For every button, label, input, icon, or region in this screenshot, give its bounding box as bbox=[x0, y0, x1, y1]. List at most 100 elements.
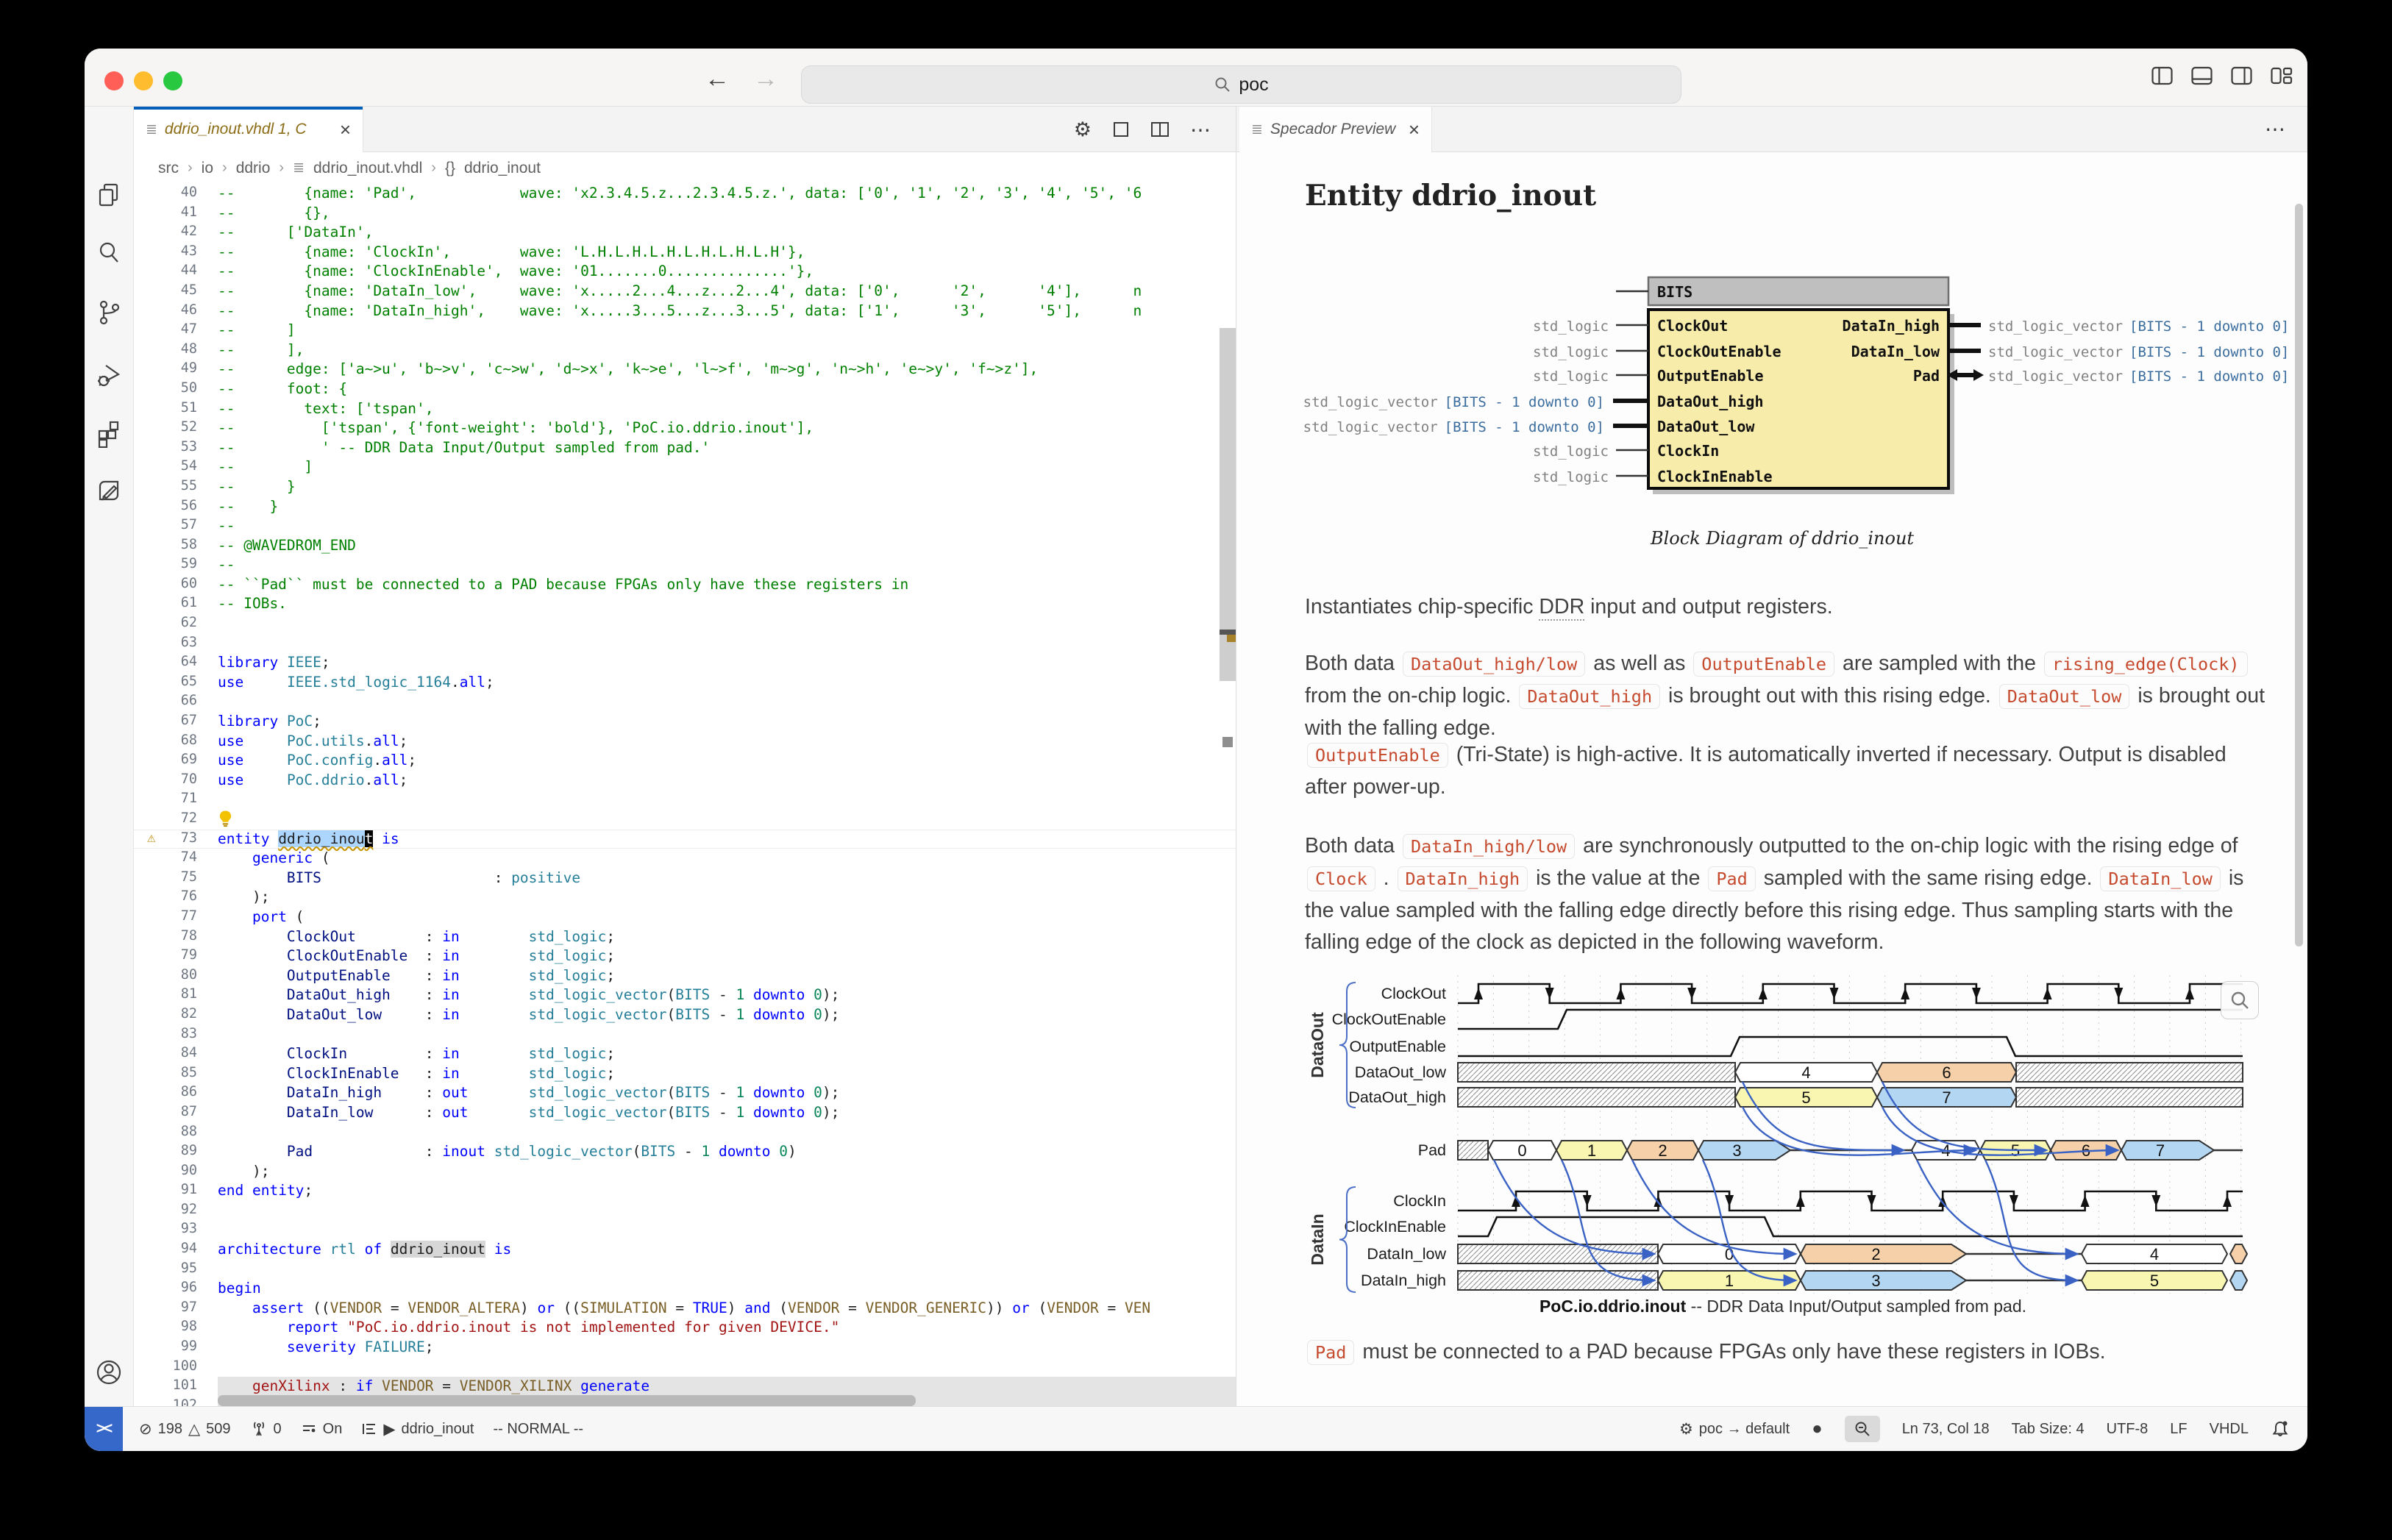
gutter[interactable]: 72 bbox=[134, 810, 218, 830]
minimize-window-button[interactable] bbox=[134, 71, 153, 90]
gutter[interactable]: 79 bbox=[134, 947, 218, 966]
code-line-93[interactable]: 93 bbox=[134, 1220, 1236, 1240]
code-line-83[interactable]: 83 bbox=[134, 1025, 1236, 1045]
gutter[interactable]: 89 bbox=[134, 1142, 218, 1162]
gutter[interactable]: 69 bbox=[134, 751, 218, 771]
scope-status[interactable]: ▶ ddrio_inout bbox=[361, 1420, 474, 1439]
gutter[interactable]: 78 bbox=[134, 927, 218, 947]
gutter[interactable]: 56 bbox=[134, 497, 218, 517]
breadcrumb-io[interactable]: io bbox=[202, 160, 213, 177]
tab-size[interactable]: Tab Size: 4 bbox=[2012, 1421, 2085, 1438]
command-center-search[interactable]: poc bbox=[801, 65, 1681, 104]
gutter[interactable]: 55 bbox=[134, 477, 218, 497]
gutter[interactable]: 51 bbox=[134, 399, 218, 419]
code-line-58[interactable]: 58-- @WAVEDROM_END bbox=[134, 536, 1236, 556]
code-line-94[interactable]: 94architecture rtl of ddrio_inout is bbox=[134, 1240, 1236, 1260]
gutter[interactable]: 81 bbox=[134, 985, 218, 1005]
wordwrap-status[interactable]: On bbox=[301, 1421, 343, 1438]
code-line-65[interactable]: 65use IEEE.std_logic_1164.all; bbox=[134, 673, 1236, 693]
specador-docs-icon[interactable] bbox=[93, 476, 124, 507]
ports-status[interactable]: 0 bbox=[250, 1420, 282, 1438]
code-line-97[interactable]: 97 assert ((VENDOR = VENDOR_ALTERA) or (… bbox=[134, 1299, 1236, 1319]
code-line-90[interactable]: 90 ); bbox=[134, 1162, 1236, 1182]
code-line-81[interactable]: 81 DataOut_high : in std_logic_vector(BI… bbox=[134, 985, 1236, 1005]
code-line-99[interactable]: 99 severity FAILURE; bbox=[134, 1338, 1236, 1358]
code-line-43[interactable]: 43-- {name: 'ClockIn', wave: 'L.H.L.H.L.… bbox=[134, 243, 1236, 263]
panel-more-actions-icon[interactable]: ⋯ bbox=[2265, 117, 2287, 141]
breadcrumb-entity[interactable]: ddrio_inout bbox=[464, 160, 541, 177]
gutter[interactable]: 41 bbox=[134, 204, 218, 224]
configure-editor-icon[interactable]: ⚙ bbox=[1074, 118, 1092, 141]
gutter[interactable]: 71 bbox=[134, 790, 218, 810]
code-line-56[interactable]: 56-- } bbox=[134, 497, 1236, 517]
breadcrumb-src[interactable]: src bbox=[158, 160, 179, 177]
gutter[interactable]: 50 bbox=[134, 379, 218, 399]
gutter[interactable]: 99 bbox=[134, 1338, 218, 1358]
account-icon[interactable] bbox=[93, 1357, 124, 1388]
code-line-101[interactable]: 101 genXilinx : if VENDOR = VENDOR_XILIN… bbox=[134, 1377, 1236, 1397]
gutter[interactable]: 101 bbox=[134, 1377, 218, 1397]
zoom-indicator[interactable] bbox=[1845, 1416, 1880, 1442]
toggle-panel-icon[interactable] bbox=[2191, 66, 2213, 86]
gutter[interactable]: 64 bbox=[134, 653, 218, 673]
code-line-92[interactable]: 92 bbox=[134, 1201, 1236, 1221]
code-line-59[interactable]: 59-- bbox=[134, 555, 1236, 575]
gutter[interactable]: 82 bbox=[134, 1005, 218, 1025]
code-line-48[interactable]: 48-- ], bbox=[134, 341, 1236, 360]
code-line-71[interactable]: 71 bbox=[134, 790, 1236, 810]
code-line-100[interactable]: 100 bbox=[134, 1358, 1236, 1377]
gutter[interactable]: 45 bbox=[134, 282, 218, 302]
code-line-40[interactable]: 40-- {name: 'Pad', wave: 'x2.3.4.5.z...2… bbox=[134, 184, 1236, 204]
code-line-86[interactable]: 86 DataIn_high : out std_logic_vector(BI… bbox=[134, 1083, 1236, 1103]
gutter[interactable]: 80 bbox=[134, 966, 218, 986]
language-mode[interactable]: VHDL bbox=[2210, 1421, 2249, 1438]
gutter[interactable]: 74 bbox=[134, 849, 218, 869]
explorer-icon[interactable] bbox=[93, 180, 124, 211]
code-line-73[interactable]: ⚠73entity ddrio_inout is bbox=[134, 830, 1236, 849]
code-line-70[interactable]: 70use PoC.ddrio.all; bbox=[134, 771, 1236, 791]
gutter[interactable]: 94 bbox=[134, 1240, 218, 1260]
gutter[interactable]: 57 bbox=[134, 516, 218, 536]
encoding[interactable]: UTF-8 bbox=[2107, 1421, 2149, 1438]
gutter[interactable]: 85 bbox=[134, 1064, 218, 1084]
gutter[interactable]: 92 bbox=[134, 1201, 218, 1221]
code-line-68[interactable]: 68use PoC.utils.all; bbox=[134, 732, 1236, 752]
gutter[interactable]: 59 bbox=[134, 555, 218, 575]
gutter[interactable]: 40 bbox=[134, 184, 218, 204]
gutter[interactable]: 77 bbox=[134, 908, 218, 927]
gutter[interactable]: 70 bbox=[134, 771, 218, 791]
code-line-54[interactable]: 54-- ] bbox=[134, 457, 1236, 477]
code-line-88[interactable]: 88 bbox=[134, 1123, 1236, 1143]
gutter[interactable]: 66 bbox=[134, 692, 218, 712]
code-line-51[interactable]: 51-- text: ['tspan', bbox=[134, 399, 1236, 419]
eol[interactable]: LF bbox=[2170, 1421, 2187, 1438]
zoom-window-button[interactable] bbox=[163, 71, 182, 90]
tab-ddrio-inout-vhdl[interactable]: ≣ ddrio_inout.vhdl 1, C × bbox=[134, 107, 363, 152]
code-line-76[interactable]: 76 ); bbox=[134, 888, 1236, 908]
gutter[interactable]: 68 bbox=[134, 732, 218, 752]
code-line-44[interactable]: 44-- {name: 'ClockInEnable', wave: '01..… bbox=[134, 262, 1236, 282]
code-line-91[interactable]: 91end entity; bbox=[134, 1181, 1236, 1201]
code-line-72[interactable]: 72 bbox=[134, 810, 1236, 830]
code-line-47[interactable]: 47-- ] bbox=[134, 321, 1236, 341]
gutter[interactable]: 98 bbox=[134, 1318, 218, 1338]
code-line-42[interactable]: 42-- ['DataIn', bbox=[134, 223, 1236, 243]
profile-status[interactable]: ⚙ poc → default bbox=[1679, 1420, 1790, 1439]
gutter[interactable]: 88 bbox=[134, 1123, 218, 1143]
code-line-89[interactable]: 89 Pad : inout std_logic_vector(BITS - 1… bbox=[134, 1142, 1236, 1162]
gutter[interactable]: 75 bbox=[134, 869, 218, 888]
forward-button[interactable]: → bbox=[751, 65, 780, 93]
code-line-53[interactable]: 53-- ' -- DDR Data Input/Output sampled … bbox=[134, 438, 1236, 458]
code-line-87[interactable]: 87 DataIn_low : out std_logic_vector(BIT… bbox=[134, 1103, 1236, 1123]
more-actions-icon[interactable]: ⋯ bbox=[1190, 118, 1212, 142]
gutter[interactable]: 90 bbox=[134, 1162, 218, 1182]
gutter[interactable]: 49 bbox=[134, 360, 218, 379]
gutter[interactable]: 76 bbox=[134, 888, 218, 908]
gutter[interactable]: ⚠73 bbox=[134, 830, 218, 849]
gutter[interactable]: 62 bbox=[134, 614, 218, 634]
code-line-64[interactable]: 64library IEEE; bbox=[134, 653, 1236, 673]
code-line-63[interactable]: 63 bbox=[134, 634, 1236, 654]
code-line-98[interactable]: 98 report "PoC.io.ddrio.inout is not imp… bbox=[134, 1318, 1236, 1338]
gutter[interactable]: 84 bbox=[134, 1044, 218, 1064]
gutter[interactable]: 95 bbox=[134, 1260, 218, 1280]
